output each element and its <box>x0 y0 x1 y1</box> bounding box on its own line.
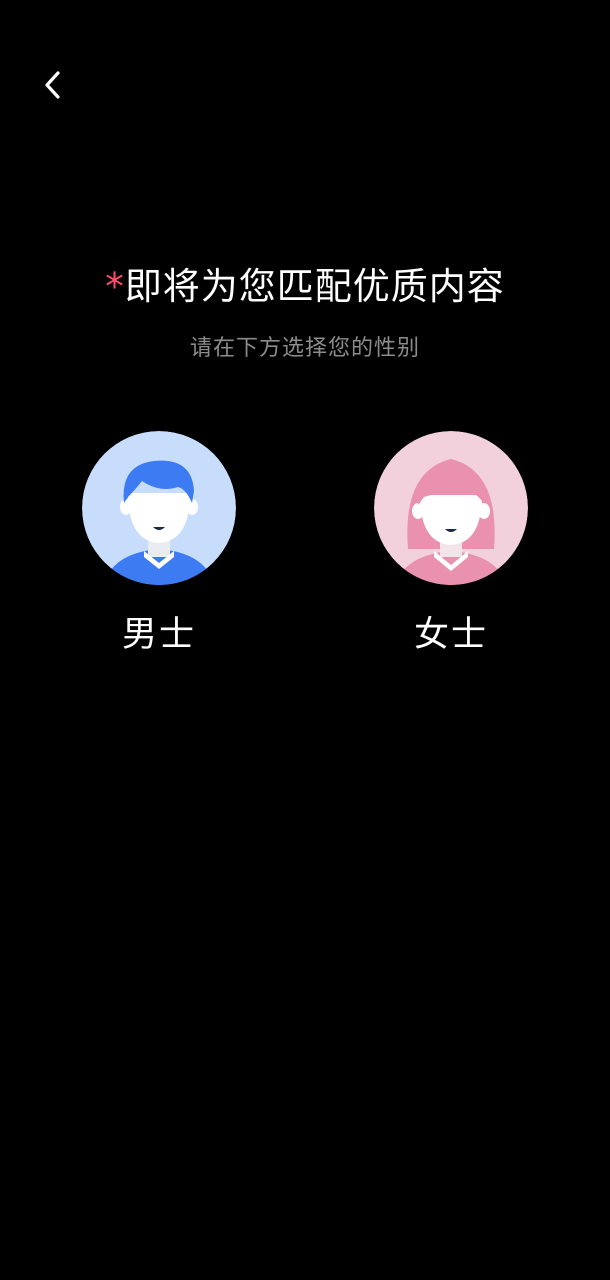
page-subtitle: 请在下方选择您的性别 <box>189 336 420 361</box>
chevron-left-icon <box>45 71 60 99</box>
gender-option-male[interactable]: 男士 <box>82 431 236 657</box>
gender-option-female[interactable]: 女士 <box>374 431 528 657</box>
page-title-text: 即将为您匹配优质内容 <box>124 265 505 308</box>
female-avatar-icon <box>374 431 528 585</box>
required-asterisk: * <box>105 265 125 308</box>
male-avatar-icon <box>82 431 236 585</box>
back-button[interactable] <box>30 62 76 108</box>
page-title: *即将为您匹配优质内容 <box>0 262 610 312</box>
gender-label-male: 男士 <box>121 615 196 655</box>
gender-label-female: 女士 <box>413 615 488 655</box>
